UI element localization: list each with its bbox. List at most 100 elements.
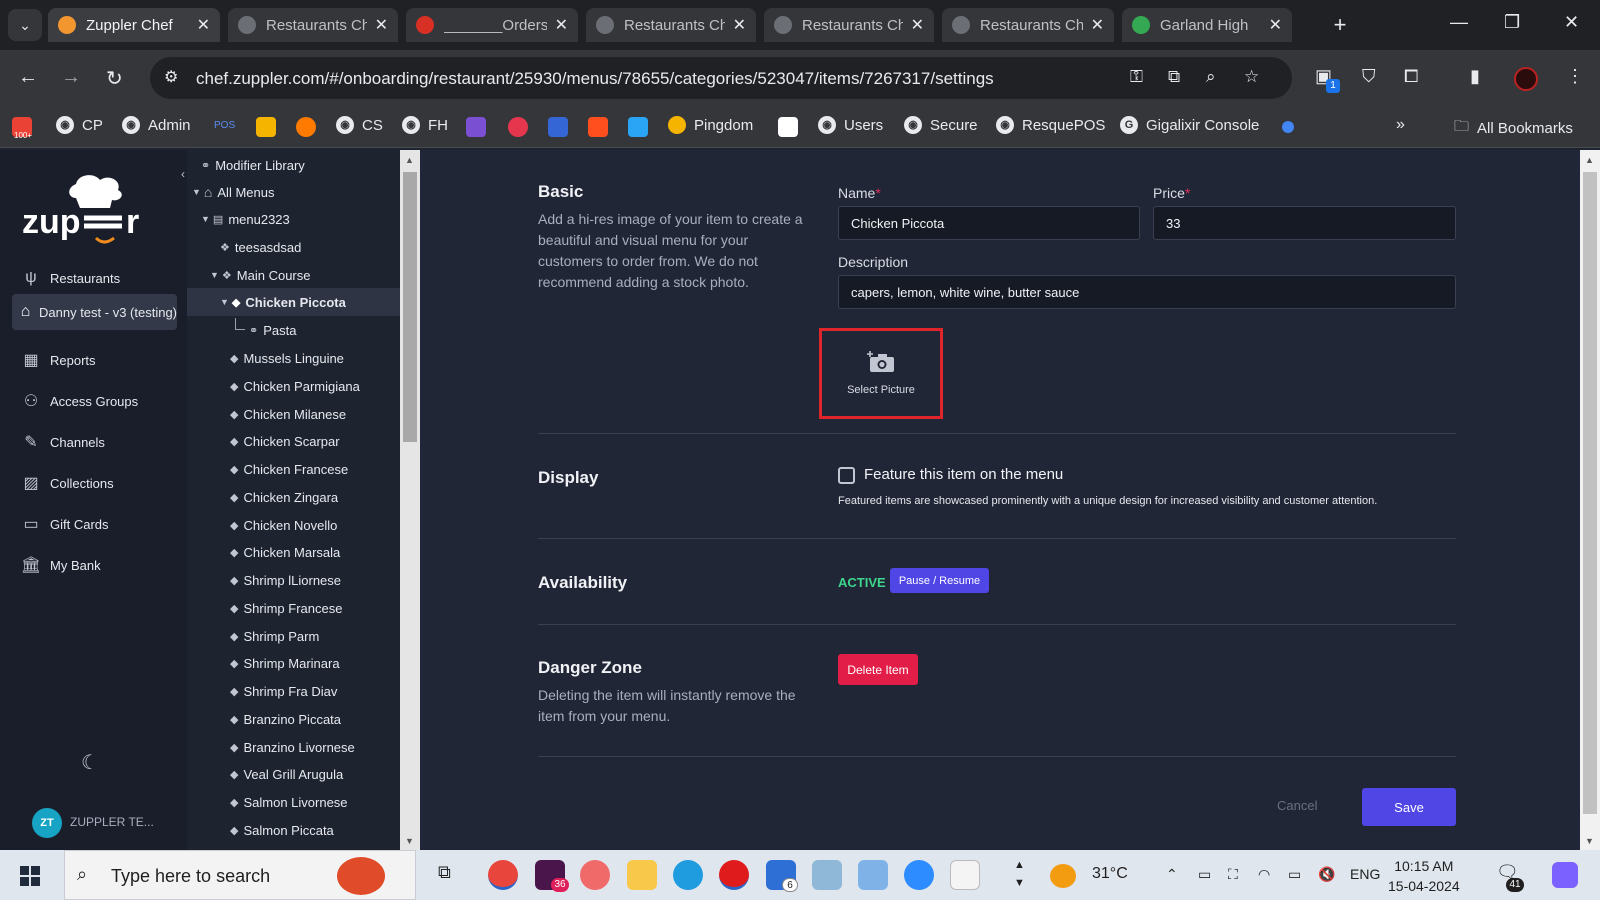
scroll-taskbar-icon[interactable]: ▲ ▼ — [1014, 856, 1025, 892]
user-name[interactable]: ZUPPLER TE... — [70, 815, 154, 829]
sidebar-item-channels[interactable]: ✎ Channels — [12, 424, 177, 460]
sidebar-item-restaurants[interactable]: ψ Restaurants — [12, 260, 177, 296]
sidebar-item-access-groups[interactable]: ⚇ Access Groups — [12, 383, 177, 419]
feature-item-label[interactable]: Feature this item on the menu — [864, 466, 1063, 483]
zoom-icon[interactable] — [904, 860, 934, 890]
minimize-icon[interactable]: — — [1450, 12, 1468, 33]
bookmark-users[interactable]: ◉ Users — [818, 116, 883, 134]
close-tab-icon[interactable]: ✕ — [555, 15, 568, 35]
tree-item[interactable]: ◆ Chicken Milanese — [187, 400, 400, 428]
tree-item-selected[interactable]: ▼ ◆ Chicken Piccota — [187, 288, 400, 316]
tree-item[interactable]: ◆ Shrimp Fra Diav — [187, 677, 400, 705]
paint-icon[interactable] — [858, 860, 888, 890]
bookmark-app-icon[interactable] — [466, 117, 486, 137]
bookmark-secure[interactable]: ◉ Secure — [904, 116, 978, 134]
more-bookmarks-icon[interactable]: » — [1396, 116, 1405, 134]
tree-item[interactable]: ▼ ▤ menu2323 — [187, 205, 400, 233]
delete-item-button[interactable]: Delete Item — [838, 654, 918, 685]
side-panel-icon[interactable]: ▮ — [1470, 66, 1480, 87]
close-tab-icon[interactable]: ✕ — [733, 15, 746, 35]
user-avatar[interactable]: ZT — [32, 808, 62, 838]
tree-item[interactable]: ◆ Shrimp Parm — [187, 622, 400, 650]
tree-item[interactable]: ▼ ❖ Main Course — [187, 261, 400, 289]
tree-item[interactable]: ◆ Salmon Livornese — [187, 788, 400, 816]
app-icon[interactable] — [812, 860, 842, 890]
bookmark-fh[interactable]: ◉ FH — [402, 116, 448, 134]
browser-tab[interactable]: _______Orders ✕ — [406, 8, 578, 42]
scroll-down-arrow-icon[interactable]: ▼ — [405, 836, 414, 846]
task-view-icon[interactable]: ⧉ — [438, 862, 451, 883]
google-assistant-icon[interactable] — [1282, 121, 1294, 133]
language-indicator[interactable]: ENG — [1350, 866, 1380, 882]
tree-item[interactable]: ❖ teesasdsad — [187, 233, 400, 261]
tree-item[interactable]: ◆ Shrimp Francese — [187, 594, 400, 622]
address-bar[interactable]: ⚙ chef.zuppler.com/#/onboarding/restaura… — [150, 57, 1292, 99]
all-bookmarks-folder[interactable]: 🗀 All Bookmarks — [1454, 116, 1573, 141]
weather-icon[interactable] — [1050, 864, 1076, 888]
network-icon[interactable]: ⛶ — [1228, 866, 1238, 883]
tree-item[interactable]: ◆ Chicken Francese — [187, 455, 400, 483]
bookmark-app-icon[interactable] — [256, 117, 276, 137]
clock[interactable]: 10:15 AM 15-04-2024 — [1388, 856, 1460, 896]
weather-temp[interactable]: 31°C — [1092, 865, 1128, 883]
bookmark-gigalixir[interactable]: G Gigalixir Console — [1120, 116, 1259, 134]
url-text[interactable]: chef.zuppler.com/#/onboarding/restaurant… — [196, 69, 994, 89]
windows-start-icon[interactable] — [20, 866, 40, 886]
feature-item-checkbox[interactable] — [838, 467, 855, 484]
caret-down-icon[interactable]: ▼ — [220, 297, 229, 307]
scrollbar-thumb[interactable] — [1583, 172, 1597, 814]
bookmark-app-icon[interactable] — [548, 117, 568, 137]
cancel-button[interactable]: Cancel — [1277, 798, 1317, 813]
caret-down-icon[interactable]: ▼ — [201, 214, 210, 224]
browser-menu-icon[interactable]: ⋮ — [1566, 66, 1584, 87]
collapse-sidebar-icon[interactable]: ‹ — [181, 167, 185, 181]
bookmark-app-icon[interactable] — [628, 117, 648, 137]
browser-tab[interactable]: Restaurants Chef ✕ — [228, 8, 398, 42]
bookmark-app-icon[interactable] — [588, 117, 608, 137]
scroll-up-arrow-icon[interactable]: ▲ — [405, 155, 414, 165]
bookmark-resquepos[interactable]: ◉ ResquePOS — [996, 116, 1105, 134]
price-input[interactable] — [1153, 206, 1456, 240]
scrollbar-thumb[interactable] — [403, 172, 417, 442]
sidebar-item-gift-cards[interactable]: ▭ Gift Cards — [12, 506, 177, 542]
meet-icon[interactable]: ▭ — [1198, 866, 1211, 883]
browser-tab[interactable]: Restaurants Chef ✕ — [764, 8, 934, 42]
close-tab-icon[interactable]: ✕ — [375, 15, 388, 35]
pause-resume-button[interactable]: Pause / Resume — [890, 568, 989, 593]
browser-tab[interactable]: Garland High ✕ — [1122, 8, 1292, 42]
close-tab-icon[interactable]: ✕ — [1091, 15, 1104, 35]
bookmark-pingdom[interactable]: Pingdom — [668, 116, 753, 134]
tree-item[interactable]: ◆ Branzino Livornese — [187, 733, 400, 761]
shield-extension-icon[interactable]: ⛉ — [1362, 66, 1376, 87]
opera-icon[interactable] — [719, 860, 749, 890]
sidebar-item-reports[interactable]: ▦ Reports — [12, 342, 177, 378]
volume-muted-icon[interactable]: 🔇 — [1318, 866, 1335, 883]
bookmark-app-icon[interactable] — [508, 117, 528, 137]
tree-item[interactable]: ◆ Mussels Linguine — [187, 344, 400, 372]
select-picture-button[interactable]: Select Picture — [819, 328, 943, 419]
copilot-icon[interactable] — [1552, 862, 1578, 888]
tree-item[interactable]: ◆ Chicken Scarpar — [187, 427, 400, 455]
close-window-icon[interactable]: ✕ — [1564, 12, 1579, 33]
tree-item[interactable]: ◆ Branzino Piccata — [187, 705, 400, 733]
tree-item[interactable]: ◆ Chicken Zingara — [187, 483, 400, 511]
extensions-puzzle-icon[interactable]: ⧠ — [1404, 66, 1418, 87]
tree-item[interactable]: ◆ Shrimp Marinara — [187, 649, 400, 677]
wifi-icon[interactable]: ◠ — [1258, 866, 1270, 883]
tree-item[interactable]: ▼ ⌂ All Menus — [187, 178, 400, 206]
back-arrow-icon[interactable]: ← — [18, 66, 38, 89]
notepad-icon[interactable] — [950, 860, 980, 890]
tree-scrollbar[interactable]: ▲ ▼ — [400, 150, 420, 850]
bookmark-cs[interactable]: ◉ CS — [336, 116, 383, 134]
bookmark-pos[interactable]: POS — [214, 120, 235, 131]
sidebar-item-my-bank[interactable]: 🏛 My Bank — [12, 547, 177, 583]
asana-icon[interactable] — [580, 860, 610, 890]
name-input[interactable] — [838, 206, 1140, 240]
show-hidden-icons[interactable]: ⌃ — [1166, 866, 1178, 883]
tree-item[interactable]: ◆ Shrimp lLiornese — [187, 566, 400, 594]
close-tab-icon[interactable]: ✕ — [1269, 15, 1282, 35]
caret-down-icon[interactable]: ▼ — [210, 270, 219, 280]
site-info-icon[interactable]: ⚙ — [164, 67, 178, 87]
description-input[interactable] — [838, 275, 1456, 309]
taskbar-search-box[interactable]: ⌕ Type here to search — [64, 850, 416, 900]
